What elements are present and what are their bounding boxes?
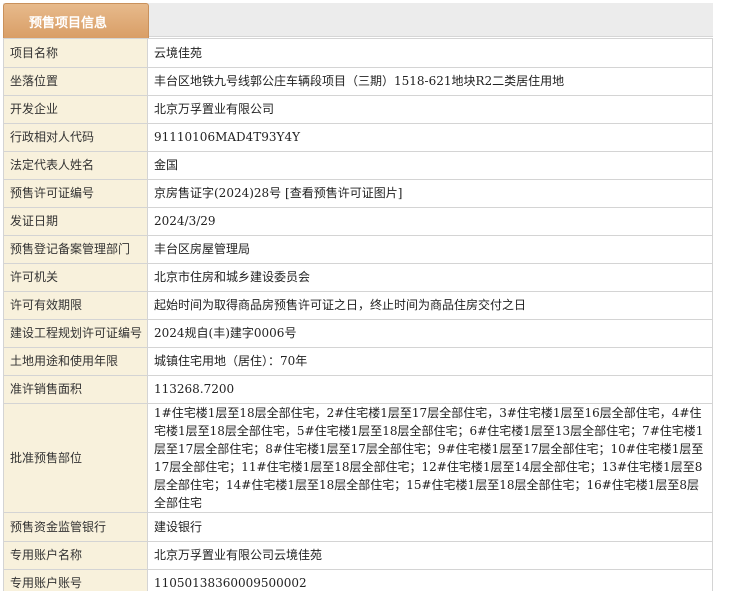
row-land-use: 土地用途和使用年限 城镇住宅用地（居住）：70年 bbox=[3, 347, 713, 376]
label-issue-date: 发证日期 bbox=[3, 207, 148, 236]
value-admin-code: 91110106MAD4T93Y4Y bbox=[147, 123, 713, 152]
row-admin-code: 行政相对人代码 91110106MAD4T93Y4Y bbox=[3, 123, 713, 152]
value-legal-rep: 金国 bbox=[147, 151, 713, 180]
row-developer: 开发企业 北京万孚置业有限公司 bbox=[3, 95, 713, 124]
label-developer: 开发企业 bbox=[3, 95, 148, 124]
label-project-name: 项目名称 bbox=[3, 38, 148, 68]
value-developer: 北京万孚置业有限公司 bbox=[147, 95, 713, 124]
value-permit-number: 京房售证字(2024)28号 [查看预售许可证图片] bbox=[147, 179, 713, 208]
label-legal-rep: 法定代表人姓名 bbox=[3, 151, 148, 180]
row-planning-permit: 建设工程规划许可证编号 2024规自(丰)建字0006号 bbox=[3, 319, 713, 348]
label-location: 坐落位置 bbox=[3, 67, 148, 96]
presale-info-table: 项目名称 云境佳苑 坐落位置 丰台区地铁九号线郭公庄车辆段项目（三期）1518-… bbox=[3, 38, 713, 591]
label-account-number: 专用账户账号 bbox=[3, 569, 148, 591]
value-validity: 起始时间为取得商品房预售许可证之日，终止时间为商品住房交付之日 bbox=[147, 291, 713, 320]
row-location: 坐落位置 丰台区地铁九号线郭公庄车辆段项目（三期）1518-621地块R2二类居… bbox=[3, 67, 713, 96]
row-legal-rep: 法定代表人姓名 金国 bbox=[3, 151, 713, 180]
value-sale-area: 113268.7200 bbox=[147, 375, 713, 404]
row-validity: 许可有效期限 起始时间为取得商品房预售许可证之日，终止时间为商品住房交付之日 bbox=[3, 291, 713, 320]
value-project-name: 云境佳苑 bbox=[147, 38, 713, 68]
label-planning-permit: 建设工程规划许可证编号 bbox=[3, 319, 148, 348]
value-location: 丰台区地铁九号线郭公庄车辆段项目（三期）1518-621地块R2二类居住用地 bbox=[147, 67, 713, 96]
label-validity: 许可有效期限 bbox=[3, 291, 148, 320]
row-sale-area: 准许销售面积 113268.7200 bbox=[3, 375, 713, 404]
value-planning-permit: 2024规自(丰)建字0006号 bbox=[147, 319, 713, 348]
value-presale-parts: 1#住宅楼1层至18层全部住宅，2#住宅楼1层至17层全部住宅，3#住宅楼1层至… bbox=[147, 403, 713, 513]
permit-number-text: 京房售证字(2024)28号 bbox=[154, 186, 282, 200]
row-presale-parts: 批准预售部位 1#住宅楼1层至18层全部住宅，2#住宅楼1层至17层全部住宅，3… bbox=[3, 403, 713, 513]
value-issue-date: 2024/3/29 bbox=[147, 207, 713, 236]
section-title-tab: 预售项目信息 bbox=[3, 3, 149, 38]
row-escrow-bank: 预售资金监管银行 建设银行 bbox=[3, 512, 713, 542]
label-sale-area: 准许销售面积 bbox=[3, 375, 148, 404]
value-land-use: 城镇住宅用地（居住）：70年 bbox=[147, 347, 713, 376]
row-project-name: 项目名称 云境佳苑 bbox=[3, 38, 713, 68]
label-account-name: 专用账户名称 bbox=[3, 541, 148, 570]
label-permit-number: 预售许可证编号 bbox=[3, 179, 148, 208]
value-escrow-bank: 建设银行 bbox=[147, 512, 713, 542]
value-account-name: 北京万孚置业有限公司云境佳苑 bbox=[147, 541, 713, 570]
label-registry-dept: 预售登记备案管理部门 bbox=[3, 235, 148, 264]
value-licensing-authority: 北京市住房和城乡建设委员会 bbox=[147, 263, 713, 292]
label-licensing-authority: 许可机关 bbox=[3, 263, 148, 292]
value-registry-dept: 丰台区房屋管理局 bbox=[147, 235, 713, 264]
value-account-number: 11050138360009500002 bbox=[147, 569, 713, 591]
row-registry-dept: 预售登记备案管理部门 丰台区房屋管理局 bbox=[3, 235, 713, 264]
label-land-use: 土地用途和使用年限 bbox=[3, 347, 148, 376]
row-account-name: 专用账户名称 北京万孚置业有限公司云境佳苑 bbox=[3, 541, 713, 570]
row-issue-date: 发证日期 2024/3/29 bbox=[3, 207, 713, 236]
view-permit-image-link[interactable]: [查看预售许可证图片] bbox=[285, 186, 402, 200]
label-admin-code: 行政相对人代码 bbox=[3, 123, 148, 152]
row-permit-number: 预售许可证编号 京房售证字(2024)28号 [查看预售许可证图片] bbox=[3, 179, 713, 208]
label-escrow-bank: 预售资金监管银行 bbox=[3, 512, 148, 542]
row-licensing-authority: 许可机关 北京市住房和城乡建设委员会 bbox=[3, 263, 713, 292]
section-title: 预售项目信息 bbox=[29, 15, 108, 31]
label-presale-parts: 批准预售部位 bbox=[3, 403, 148, 513]
row-account-number: 专用账户账号 11050138360009500002 bbox=[3, 569, 713, 591]
